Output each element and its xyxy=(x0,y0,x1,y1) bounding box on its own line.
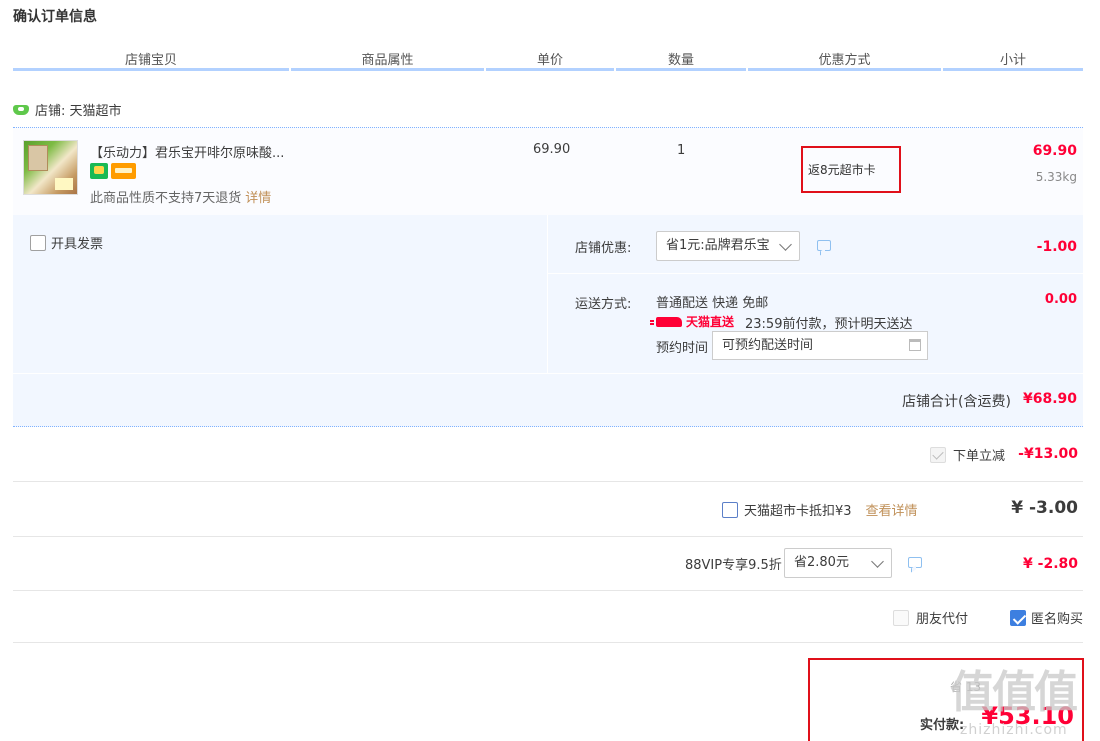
anonymous-checkbox[interactable] xyxy=(1010,609,1026,626)
vip-label: 88VIP专享9.5折 xyxy=(685,558,782,573)
product-thumbnail[interactable] xyxy=(23,140,78,195)
return-note-text: 此商品性质不支持7天退货 xyxy=(90,191,242,206)
column-underline xyxy=(748,68,941,71)
shipping-label: 运送方式: xyxy=(575,297,632,312)
chat-icon[interactable] xyxy=(908,557,922,568)
product-title[interactable]: 【乐动力】君乐宝开啡尔原味酸... xyxy=(90,142,284,161)
invoice-option[interactable]: 开具发票 xyxy=(30,233,103,252)
chevron-down-icon xyxy=(871,555,884,568)
divider xyxy=(13,481,1083,482)
invoice-checkbox[interactable] xyxy=(30,234,46,251)
truck-icon xyxy=(650,316,682,327)
shop-discount-label: 店铺优惠: xyxy=(575,241,632,256)
appointment-label: 预约时间 xyxy=(656,341,709,356)
product-tag-image xyxy=(55,178,73,190)
shop-row: 店铺: 天猫超市 xyxy=(13,100,122,119)
card-badge-icon xyxy=(111,163,136,179)
product-box-image xyxy=(28,145,48,171)
watermark-logo: 值值值 xyxy=(950,667,1078,718)
delivery-deadline: 23:59前付款，预计明天送达 xyxy=(745,317,913,332)
card-offset-value: ¥ -3.00 xyxy=(1011,498,1078,518)
item-weight: 5.33kg xyxy=(1035,170,1077,184)
return-note: 此商品性质不支持7天退货 详情 xyxy=(90,187,271,206)
appointment-placeholder: 可预约配送时间 xyxy=(722,338,814,353)
chevron-down-icon xyxy=(779,238,792,251)
calendar-icon[interactable] xyxy=(909,339,921,351)
card-offset-checkbox[interactable] xyxy=(722,501,738,518)
invoice-label: 开具发票 xyxy=(51,237,104,252)
vip-discount-selected: 省2.80元 xyxy=(794,555,849,570)
column-underline xyxy=(13,68,289,71)
column-header-quantity: 数量 xyxy=(667,53,694,68)
service-badge-icon xyxy=(90,163,108,179)
divider xyxy=(13,642,1083,643)
unit-price: 69.90 xyxy=(533,142,571,157)
watermark-url: zhizhizhi.com xyxy=(960,722,1068,738)
order-discount: 下单立减 xyxy=(930,445,1005,464)
column-header-unit-price: 单价 xyxy=(536,53,563,68)
column-header-subtotal: 小计 xyxy=(999,53,1026,68)
item-subtotal: 69.90 xyxy=(1032,143,1077,159)
chat-icon[interactable] xyxy=(817,240,831,251)
tmall-direct-tag: 天猫直送 xyxy=(650,313,735,330)
card-offset-detail-link[interactable]: 查看详情 xyxy=(866,500,918,519)
anonymous-label: 匿名购买 xyxy=(1031,612,1084,627)
tmall-direct-label: 天猫直送 xyxy=(686,315,735,329)
vip-discount-select[interactable]: 省2.80元 xyxy=(784,548,892,578)
shop-total-value: ¥68.90 xyxy=(1022,391,1077,407)
shop-total-label: 店铺合计(含运费) xyxy=(902,394,1011,410)
tmall-shop-icon xyxy=(13,104,29,115)
friend-pay-option[interactable]: 朋友代付 xyxy=(893,608,968,627)
shop-name[interactable]: 店铺: 天猫超市 xyxy=(35,100,122,119)
shop-discount-amount: -1.00 xyxy=(1036,239,1077,255)
friend-pay-label: 朋友代付 xyxy=(916,612,969,627)
return-detail-link[interactable]: 详情 xyxy=(245,191,271,206)
order-discount-value: -¥13.00 xyxy=(1018,446,1078,462)
column-underline xyxy=(616,68,746,71)
divider xyxy=(13,590,1083,591)
shipping-amount: 0.00 xyxy=(1044,292,1077,307)
friend-pay-checkbox[interactable] xyxy=(893,609,909,626)
appointment-time-input[interactable]: 可预约配送时间 xyxy=(712,331,928,360)
anonymous-option[interactable]: 匿名购买 xyxy=(1010,608,1083,627)
page-title: 确认订单信息 xyxy=(13,9,97,25)
order-options-panel: 开具发票 店铺优惠: 省1元:品牌君乐宝 -1.00 运送方式: 普通配送 快递… xyxy=(13,215,1083,427)
order-discount-label: 下单立减 xyxy=(953,449,1006,464)
divider xyxy=(13,373,1083,374)
shipping-method: 普通配送 快递 免邮 xyxy=(656,296,769,311)
column-header-attributes: 商品属性 xyxy=(361,53,414,68)
shop-discount-select[interactable]: 省1元:品牌君乐宝 xyxy=(656,231,800,261)
vip-value: ¥ -2.80 xyxy=(1023,556,1078,572)
column-underline xyxy=(943,68,1083,71)
card-offset-label: 天猫超市卡抵扣¥3 xyxy=(744,504,852,519)
column-header-promotion: 优惠方式 xyxy=(818,53,871,68)
column-underline xyxy=(486,68,614,71)
column-underline xyxy=(291,68,484,71)
promotion-box: 返8元超市卡 xyxy=(801,146,901,193)
divider xyxy=(13,536,1083,537)
order-item: 【乐动力】君乐宝开啡尔原味酸... 此商品性质不支持7天退货 详情 69.90 1… xyxy=(13,127,1083,215)
divider xyxy=(547,273,1083,274)
quantity: 1 xyxy=(677,143,686,158)
order-discount-checkbox xyxy=(930,446,946,463)
shop-discount-selected: 省1元:品牌君乐宝 xyxy=(666,238,770,253)
column-header-item: 店铺宝贝 xyxy=(124,53,177,68)
card-offset: 天猫超市卡抵扣¥3 查看详情 xyxy=(722,500,918,519)
